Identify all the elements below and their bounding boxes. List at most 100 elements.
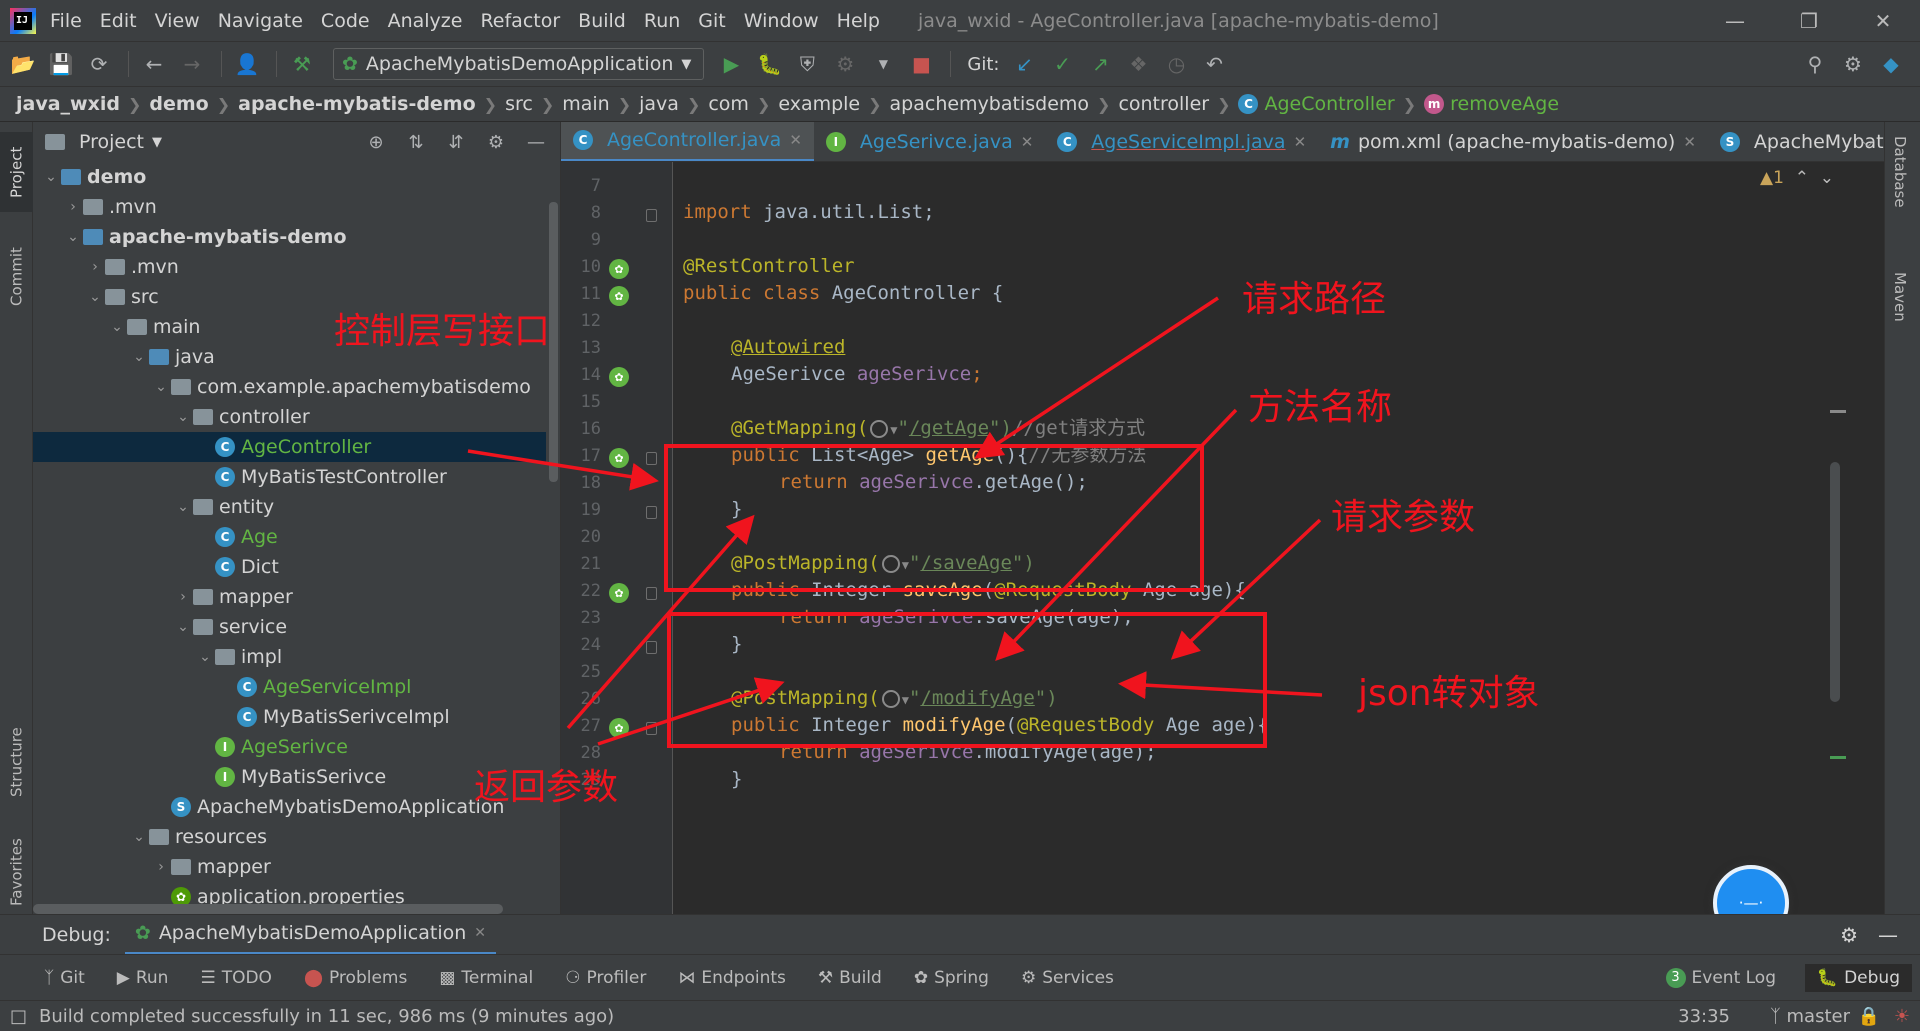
chevron-right-icon[interactable]: › — [85, 259, 105, 275]
tab-pom-xml[interactable]: m pom.xml (apache-mybatis-demo) ✕ — [1318, 122, 1708, 161]
breadcrumb-class[interactable]: C AgeController ❯ — [1238, 93, 1424, 115]
more-run-icon[interactable]: ▼ — [866, 47, 900, 81]
fold-marker-icon[interactable] — [646, 506, 657, 519]
fold-marker-icon[interactable] — [646, 452, 657, 465]
tree-item[interactable]: S ApacheMybatisDemoApplication — [33, 792, 546, 822]
chevron-down-icon[interactable]: ⌄ — [173, 619, 193, 635]
spring-bean-gutter-icon[interactable]: ✿ — [609, 448, 629, 468]
tabs-overflow-icon[interactable]: ⌵ — [1862, 132, 1874, 152]
build-hammer-icon[interactable]: ⚒ — [285, 47, 319, 81]
tree-item[interactable]: C AgeController — [33, 432, 546, 462]
tool-tab-spring[interactable]: ✿ Spring — [914, 968, 989, 988]
spring-bean-gutter-icon[interactable]: ✿ — [609, 259, 629, 279]
editor-scrollbar[interactable] — [1830, 462, 1840, 702]
tool-tab-run[interactable]: ▶ Run — [117, 968, 169, 988]
tool-tab-git[interactable]: ᛉ Git — [44, 968, 85, 988]
git-fetch-icon[interactable]: ❖ — [1121, 47, 1155, 81]
tree-item[interactable]: ⌄ resources — [33, 822, 546, 852]
tree-item[interactable]: C MyBatisTestController — [33, 462, 546, 492]
rollback-icon[interactable]: ↶ — [1197, 47, 1231, 81]
tool-tab-terminal[interactable]: ▩ Terminal — [439, 968, 533, 988]
chevron-down-icon[interactable]: ⌄ — [195, 649, 215, 665]
tree-item[interactable]: C MyBatisSerivceImpl — [33, 702, 546, 732]
menu-git[interactable]: Git — [698, 10, 725, 32]
inspection-widget[interactable]: ▲1 ⌃ ⌄ — [1760, 168, 1834, 188]
chevron-right-icon[interactable]: › — [173, 589, 193, 605]
stop-icon[interactable]: ■ — [904, 47, 938, 81]
tree-item[interactable]: I AgeSerivce — [33, 732, 546, 762]
menu-view[interactable]: View — [155, 10, 200, 32]
hide-panel-icon[interactable]: — — [522, 128, 550, 156]
menu-navigate[interactable]: Navigate — [218, 10, 303, 32]
tree-item[interactable]: › .mvn — [33, 252, 546, 282]
tab-age-controller[interactable]: C AgeController.java ✕ — [561, 122, 814, 161]
tree-scrollbar[interactable] — [549, 202, 558, 482]
breadcrumb-item[interactable]: main ❯ — [562, 93, 639, 115]
lock-icon[interactable]: 🔒 — [1858, 1006, 1880, 1027]
commit-tool-tab[interactable]: Commit — [0, 232, 33, 322]
menu-window[interactable]: Window — [744, 10, 819, 32]
tool-tab-event-log[interactable]: 3 Event Log — [1665, 967, 1776, 988]
search-icon[interactable]: ⚲ — [1798, 47, 1832, 81]
maven-tool-tab[interactable]: Maven — [1891, 272, 1909, 322]
open-folder-icon[interactable]: 📂 — [6, 47, 40, 81]
tree-item[interactable]: ⌄ service — [33, 612, 546, 642]
tree-item[interactable]: › mapper — [33, 852, 546, 882]
run-icon[interactable]: ▶ — [714, 47, 748, 81]
close-tab-icon[interactable]: ✕ — [1683, 133, 1696, 151]
close-window-button[interactable]: ✕ — [1846, 0, 1920, 42]
tree-item[interactable]: › .mvn — [33, 192, 546, 222]
menu-file[interactable]: File — [50, 10, 82, 32]
breadcrumb-item[interactable]: apache-mybatis-demo ❯ — [238, 93, 505, 115]
expand-all-icon[interactable]: ⇅ — [402, 128, 430, 156]
menu-run[interactable]: Run — [644, 10, 680, 32]
settings-gear-icon[interactable]: ⚙ — [1840, 923, 1858, 947]
breadcrumb-method[interactable]: m removeAge — [1424, 93, 1559, 115]
breadcrumb-item[interactable]: apachemybatisdemo ❯ — [890, 93, 1119, 115]
tree-item[interactable]: ⌄ entity — [33, 492, 546, 522]
chevron-right-icon[interactable]: › — [151, 859, 171, 875]
collapse-all-icon[interactable]: ⇵ — [442, 128, 470, 156]
settings-gear-icon[interactable]: ⚙ — [1836, 47, 1870, 81]
run-config-select[interactable]: ✿ ApacheMybatisDemoApplication ▼ — [333, 48, 705, 80]
notification-icon[interactable]: ☀ — [1894, 1006, 1910, 1027]
chevron-down-icon[interactable]: ⌄ — [107, 319, 127, 335]
close-tab-icon[interactable]: ✕ — [1294, 133, 1307, 151]
breadcrumb-item[interactable]: java ❯ — [639, 93, 708, 115]
spring-bean-gutter-icon[interactable]: ✿ — [609, 583, 629, 603]
cursor-position[interactable]: 33:35 — [1678, 1006, 1730, 1027]
favorites-tool-tab[interactable]: Favorites — [0, 822, 33, 922]
breadcrumb-item[interactable]: java_wxid ❯ — [16, 93, 149, 115]
chevron-down-icon[interactable]: ⌄ — [173, 409, 193, 425]
spring-bean-gutter-icon[interactable]: ✿ — [609, 286, 629, 306]
close-tab-icon[interactable]: ✕ — [1021, 133, 1034, 151]
tree-item[interactable]: I MyBatisSerivce — [33, 762, 546, 792]
tool-tab-debug[interactable]: 🐛 Debug — [1804, 963, 1912, 992]
git-commit-icon[interactable]: ✓ — [1045, 47, 1079, 81]
breadcrumb-item[interactable]: src ❯ — [505, 93, 562, 115]
debug-session-tab[interactable]: ✿ ApacheMybatisDemoApplication ✕ — [124, 915, 497, 955]
chevron-down-icon[interactable]: ⌄ — [63, 229, 83, 245]
profile-icon[interactable]: ⚙ — [828, 47, 862, 81]
coverage-icon[interactable]: ⛨ — [790, 47, 824, 81]
restore-button[interactable]: ❐ — [1772, 0, 1846, 42]
chevron-down-icon[interactable]: ⌄ — [41, 169, 61, 185]
fold-marker-icon[interactable] — [646, 587, 657, 600]
breadcrumb-item[interactable]: com ❯ — [708, 93, 778, 115]
fold-marker-icon[interactable] — [646, 641, 657, 654]
tree-item[interactable]: C Age — [33, 522, 546, 552]
save-all-icon[interactable]: 💾 — [44, 47, 78, 81]
tree-item[interactable]: ⌄ apache-mybatis-demo — [33, 222, 546, 252]
tree-item[interactable]: C Dict — [33, 552, 546, 582]
structure-tool-tab[interactable]: Structure — [0, 712, 33, 812]
spring-bean-gutter-icon[interactable]: ✿ — [609, 718, 629, 738]
spring-bean-gutter-icon[interactable]: ✿ — [609, 367, 629, 387]
fold-marker-icon[interactable] — [646, 722, 657, 735]
status-message[interactable]: Build completed successfully in 11 sec, … — [39, 1006, 614, 1027]
tab-age-service-impl[interactable]: C AgeServiceImpl.java ✕ — [1045, 122, 1318, 161]
menu-build[interactable]: Build — [578, 10, 626, 32]
tool-tab-build[interactable]: ⚒ Build — [818, 968, 882, 988]
toolbox-icon[interactable]: ◆ — [1874, 47, 1908, 81]
chevron-down-icon[interactable]: ⌄ — [151, 379, 171, 395]
chevron-down-icon[interactable]: ⌄ — [129, 349, 149, 365]
